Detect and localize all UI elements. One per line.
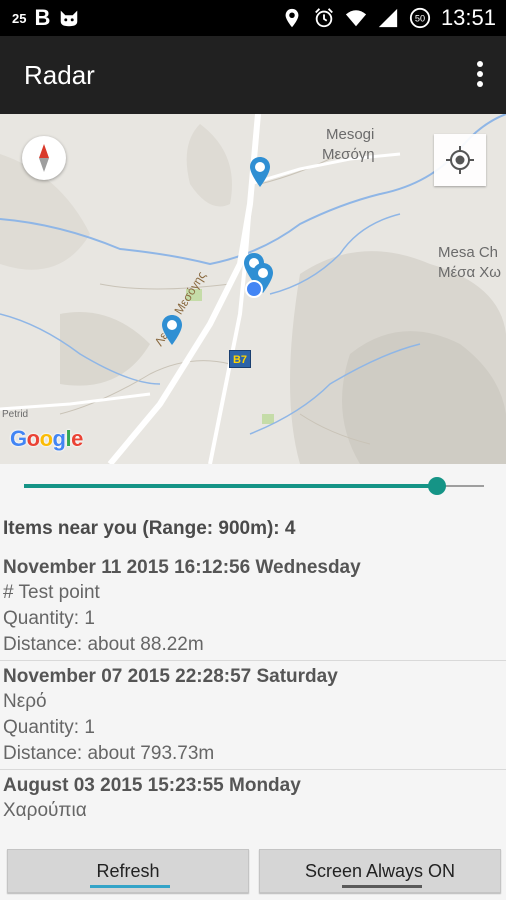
map-label-mesogi-latin: Mesogi	[326, 126, 375, 143]
refresh-button-label: Refresh	[96, 861, 160, 881]
map-label-mesa-greek: Μέσα Χω	[438, 264, 501, 281]
refresh-button-indicator	[90, 885, 170, 888]
slider-track-fill	[24, 484, 437, 488]
map-label-mesogi-greek: Μεσόγη	[322, 146, 375, 163]
range-slider[interactable]	[24, 476, 484, 496]
b-logo-icon: B	[34, 5, 51, 30]
road-shield-b7: B7	[229, 350, 251, 368]
my-location-icon	[446, 146, 474, 174]
map-pin-1[interactable]	[249, 156, 271, 188]
list-item[interactable]: November 11 2015 16:12:56 Wednesday # Te…	[0, 552, 506, 661]
more-vert-icon[interactable]	[474, 60, 486, 90]
item-quantity: Quantity: 1	[3, 608, 95, 629]
map-label-edge: Petrid	[2, 409, 29, 420]
compass-button[interactable]	[22, 136, 66, 180]
battery-percent-left: 25	[12, 10, 27, 26]
status-bar: 25 B 50 13:51	[0, 0, 506, 36]
compass-icon	[39, 144, 49, 172]
app-bar: Radar	[0, 36, 506, 114]
list-item[interactable]: November 07 2015 22:28:57 Saturday Νερό …	[0, 661, 506, 770]
my-location-dot	[245, 280, 263, 298]
battery-percent-right: 50	[415, 14, 425, 24]
slider-thumb[interactable]	[428, 477, 446, 495]
wifi-icon	[345, 10, 367, 27]
item-quantity: Quantity: 1	[3, 717, 95, 738]
location-icon	[285, 8, 299, 28]
item-date: November 11 2015 16:12:56 Wednesday	[3, 557, 361, 578]
item-distance: Distance: about 793.73m	[3, 743, 215, 764]
map-pin-4[interactable]	[161, 314, 183, 346]
screen-always-on-indicator	[342, 885, 422, 888]
item-distance: Distance: about 88.22m	[3, 634, 204, 655]
google-logo: Google	[10, 426, 83, 451]
item-name: Νερό	[3, 691, 47, 712]
status-time: 13:51	[440, 5, 496, 30]
item-date: November 07 2015 22:28:57 Saturday	[3, 666, 338, 687]
list-item[interactable]: August 03 2015 15:23:55 Monday Χαρούπια	[0, 770, 506, 826]
status-left: 25 B	[12, 6, 80, 30]
refresh-button[interactable]: Refresh	[7, 849, 249, 893]
screen-always-on-button[interactable]: Screen Always ON	[259, 849, 501, 893]
screen-always-on-label: Screen Always ON	[304, 861, 456, 881]
item-name: Χαρούπια	[3, 800, 87, 821]
map-label-mesa-latin: Mesa Ch	[438, 244, 499, 261]
app-title: Radar	[24, 60, 95, 90]
alarm-icon	[315, 8, 333, 28]
cat-icon	[61, 10, 78, 27]
map-view[interactable]: Mesogi Μεσόγη Mesa Ch Μέσα Χω Λεωφ. Μεσό…	[0, 114, 506, 464]
status-right: 50 13:51	[281, 4, 496, 32]
signal-icon	[378, 8, 398, 28]
items-list[interactable]: November 11 2015 16:12:56 Wednesday # Te…	[0, 552, 506, 826]
item-name: # Test point	[3, 582, 100, 603]
battery-icon: 50	[409, 7, 431, 29]
item-date: August 03 2015 15:23:55 Monday	[3, 775, 301, 796]
items-summary: Items near you (Range: 900m): 4	[3, 518, 296, 539]
my-location-button[interactable]	[434, 134, 486, 186]
